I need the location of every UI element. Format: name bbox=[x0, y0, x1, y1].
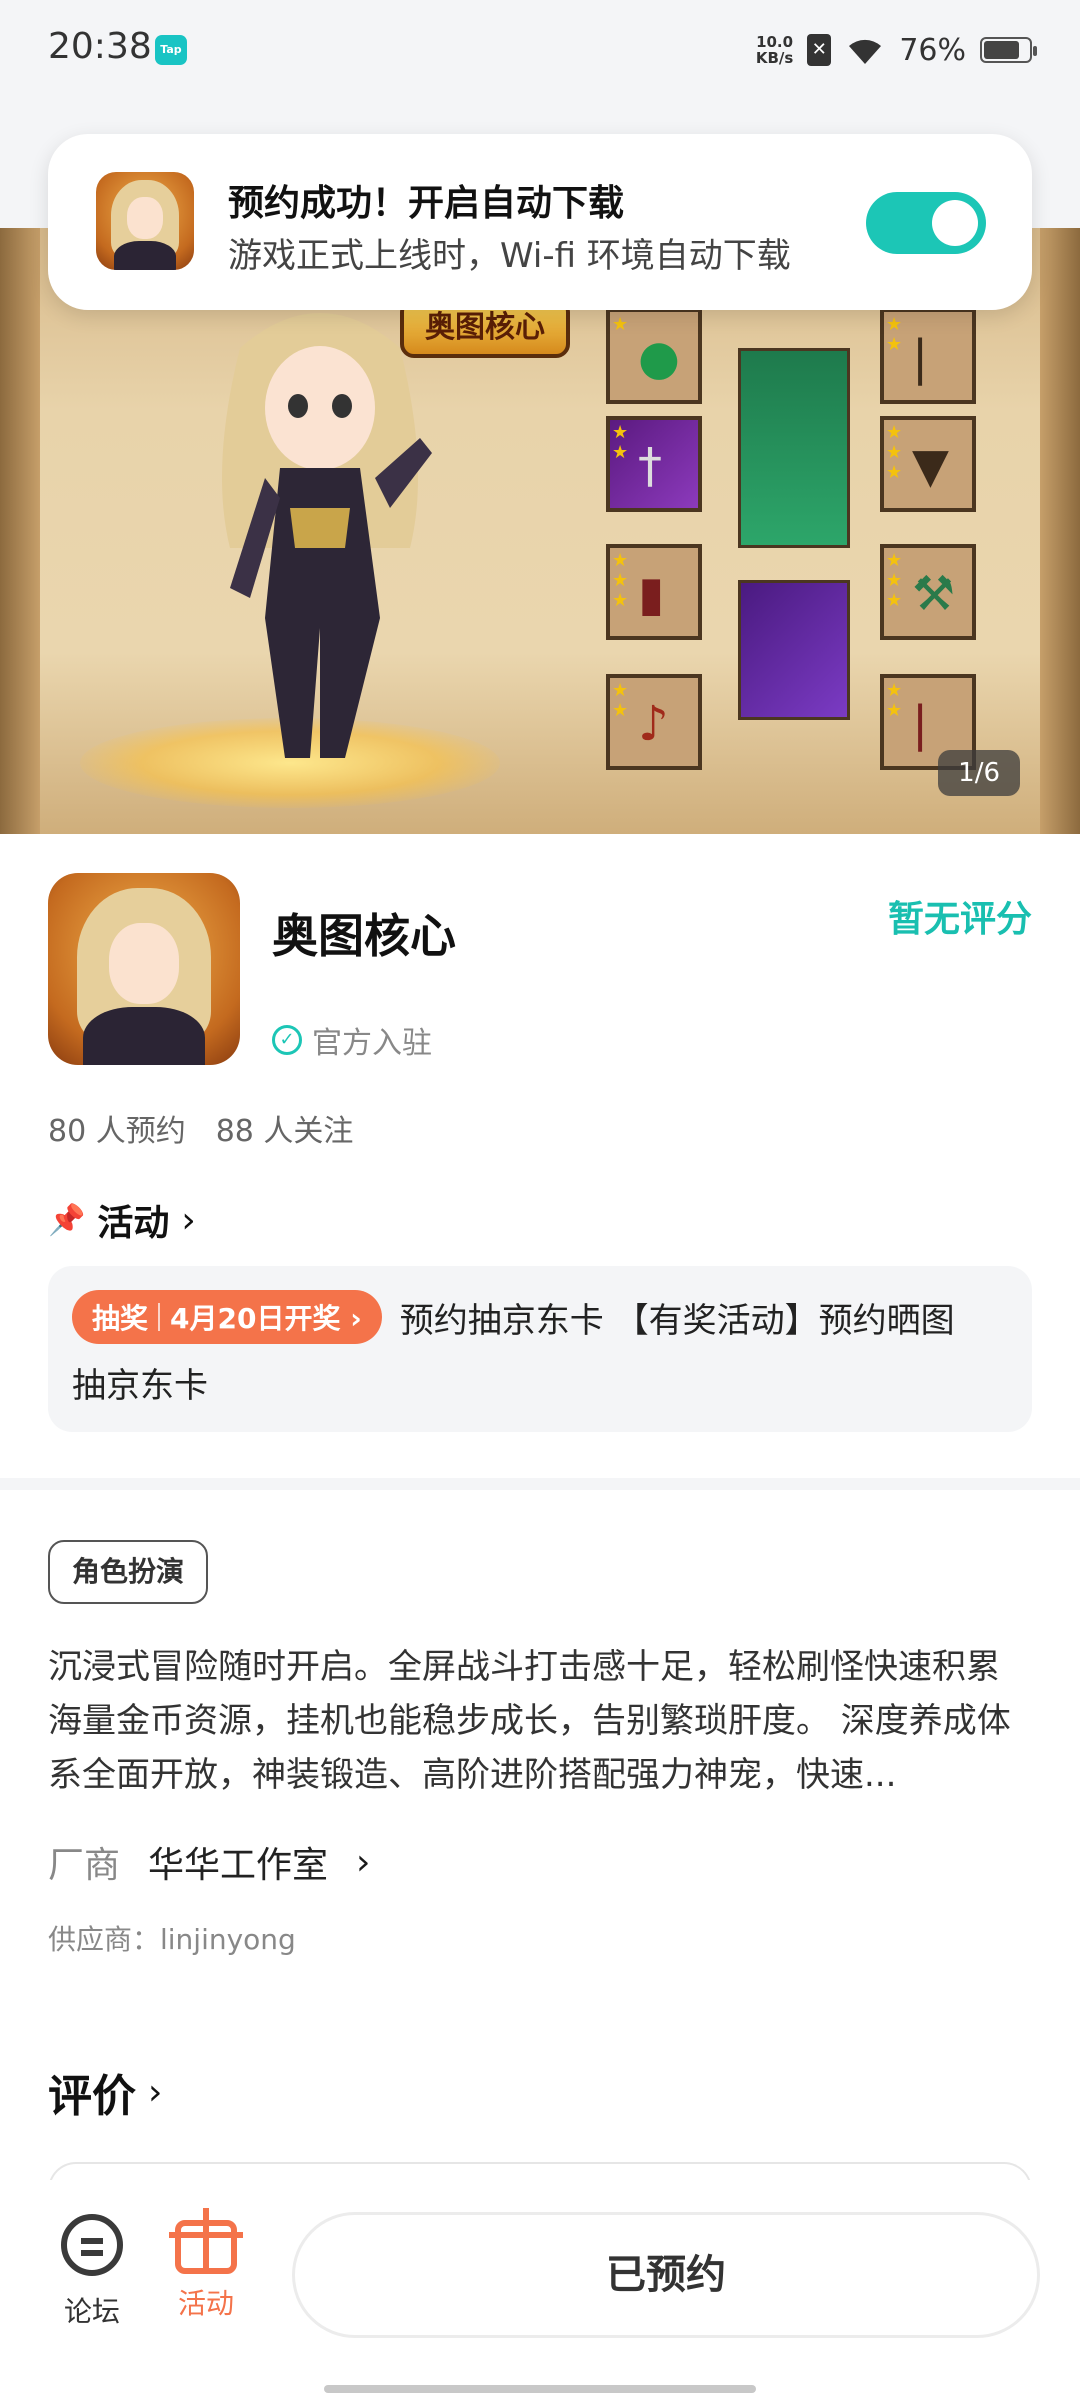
battery-icon bbox=[980, 37, 1037, 63]
verified-check-icon: ✓ bbox=[272, 1025, 302, 1055]
reviews-section-header[interactable]: 评价 › bbox=[48, 2060, 162, 2124]
item-slot-hammer: ⚒ ★ ★ ★ bbox=[880, 544, 976, 640]
app-icon bbox=[48, 873, 240, 1065]
activity-header-label: 活动 bbox=[97, 1203, 170, 1244]
rating-status[interactable]: 暂无评分 bbox=[888, 890, 1032, 942]
follower-count: 88 人关注 bbox=[215, 1114, 354, 1149]
notification-subtitle: 游戏正式上线时，Wi-fi 环境自动下载 bbox=[228, 236, 791, 276]
chevron-right-icon: › bbox=[148, 2071, 163, 2113]
status-indicators: 10.0 KB/s ✕ 76% bbox=[756, 28, 1037, 72]
genre-tag[interactable]: 角色扮演 bbox=[48, 1540, 209, 1604]
forum-icon bbox=[61, 2214, 123, 2276]
forum-tab[interactable]: 论坛 bbox=[52, 2214, 132, 2330]
item-slot-staff bbox=[738, 348, 850, 548]
hero-character-art bbox=[222, 313, 432, 758]
wifi-icon bbox=[849, 39, 882, 64]
item-slot-orb: ● ★ bbox=[606, 308, 702, 404]
scroll-edge-left bbox=[0, 228, 40, 834]
bottom-action-bar: 论坛 活动 已预约 bbox=[0, 2180, 1080, 2400]
activity-section-header[interactable]: 📌 活动 › bbox=[48, 1194, 196, 1246]
badge-separator bbox=[158, 1303, 161, 1331]
lottery-badge: 抽奖 4月20日开奖 › bbox=[72, 1290, 382, 1344]
gift-icon bbox=[169, 2208, 243, 2274]
app-name: 奥图核心 bbox=[272, 909, 456, 963]
reserved-button[interactable]: 已预约 bbox=[292, 2212, 1040, 2338]
vendor-row[interactable]: 厂商 华华工作室 › bbox=[48, 1836, 370, 1888]
vendor-name: 华华工作室 bbox=[148, 1845, 329, 1886]
official-badge: ✓ 官方入驻 bbox=[272, 1018, 432, 1062]
battery-percent: 76% bbox=[899, 32, 966, 68]
game-description[interactable]: 沉浸式冒险随时开启。全屏战斗打击感十足，轻松刷怪快速积累海量金币资源，挂机也能稳… bbox=[48, 1640, 1032, 1802]
official-label: 官方入驻 bbox=[312, 1026, 432, 1061]
lottery-label: 抽奖 bbox=[92, 1302, 149, 1335]
lottery-date: 4月20日开奖 › bbox=[170, 1302, 362, 1335]
scroll-edge-right bbox=[1040, 228, 1080, 834]
auto-download-toggle[interactable] bbox=[866, 192, 986, 254]
network-speed-unit: KB/s bbox=[755, 49, 794, 67]
reservation-notification: 预约成功！开启自动下载 游戏正式上线时，Wi-fi 环境自动下载 bbox=[48, 134, 1032, 310]
network-speed-value: 10.0 bbox=[756, 33, 794, 51]
item-slot-dagger: ▼ ★ ★ ★ bbox=[880, 416, 976, 512]
toggle-knob bbox=[932, 200, 978, 246]
activity-text-line2: 抽京东卡 bbox=[72, 1366, 208, 1406]
notification-app-icon bbox=[96, 172, 194, 270]
activity-card[interactable]: 抽奖 4月20日开奖 › 预约抽京东卡 【有奖活动】预约晒图 抽京东卡 bbox=[48, 1266, 1032, 1432]
app-stats: 80 人预约 88 人关注 bbox=[48, 1106, 353, 1150]
status-bar: 20:38 Tap 10.0 KB/s ✕ 76% bbox=[0, 0, 1080, 100]
supplier-text: 供应商：linjinyong bbox=[48, 1923, 296, 1956]
forum-tab-label: 论坛 bbox=[63, 2295, 120, 2328]
screenshot-carousel[interactable]: 奥图核心 ● ★ † ★ ★ ▮ ★ ★ ★ ♪ ★ ★ | ★ ★ ▼ ★ ★ ★ ⚒ ★ ★ ★ | ★ ★ 1… bbox=[0, 228, 1080, 834]
item-slot-book: ▮ ★ ★ ★ bbox=[606, 544, 702, 640]
activity-tab-label: 活动 bbox=[177, 2287, 234, 2320]
section-divider bbox=[0, 1478, 1080, 1490]
item-slot-guitar: ♪ ★ ★ bbox=[606, 674, 702, 770]
notification-title: 预约成功！开启自动下载 bbox=[228, 183, 625, 224]
taptap-status-icon: Tap bbox=[155, 35, 187, 65]
item-slot-axe bbox=[738, 580, 850, 720]
sim-icon: ✕ bbox=[807, 34, 832, 66]
chevron-right-icon: › bbox=[181, 1199, 196, 1241]
carousel-counter: 1/6 bbox=[938, 750, 1020, 796]
home-indicator[interactable] bbox=[324, 2385, 756, 2393]
activity-text-line1: 预约抽京东卡 【有奖活动】预约晒图 bbox=[399, 1300, 955, 1341]
vendor-label: 厂商 bbox=[48, 1845, 121, 1886]
pin-icon: 📌 bbox=[48, 1202, 86, 1238]
chevron-right-icon: › bbox=[356, 1841, 371, 1883]
item-slot-sword: † ★ ★ bbox=[606, 416, 702, 512]
item-slot-spear: | ★ ★ bbox=[880, 308, 976, 404]
network-speed: 10.0 KB/s bbox=[756, 34, 793, 66]
status-time: 20:38 bbox=[48, 26, 152, 67]
reviews-label: 评价 bbox=[48, 2071, 136, 2122]
activity-tab[interactable]: 活动 bbox=[166, 2208, 246, 2322]
reservation-count: 80 人预约 bbox=[48, 1114, 186, 1149]
